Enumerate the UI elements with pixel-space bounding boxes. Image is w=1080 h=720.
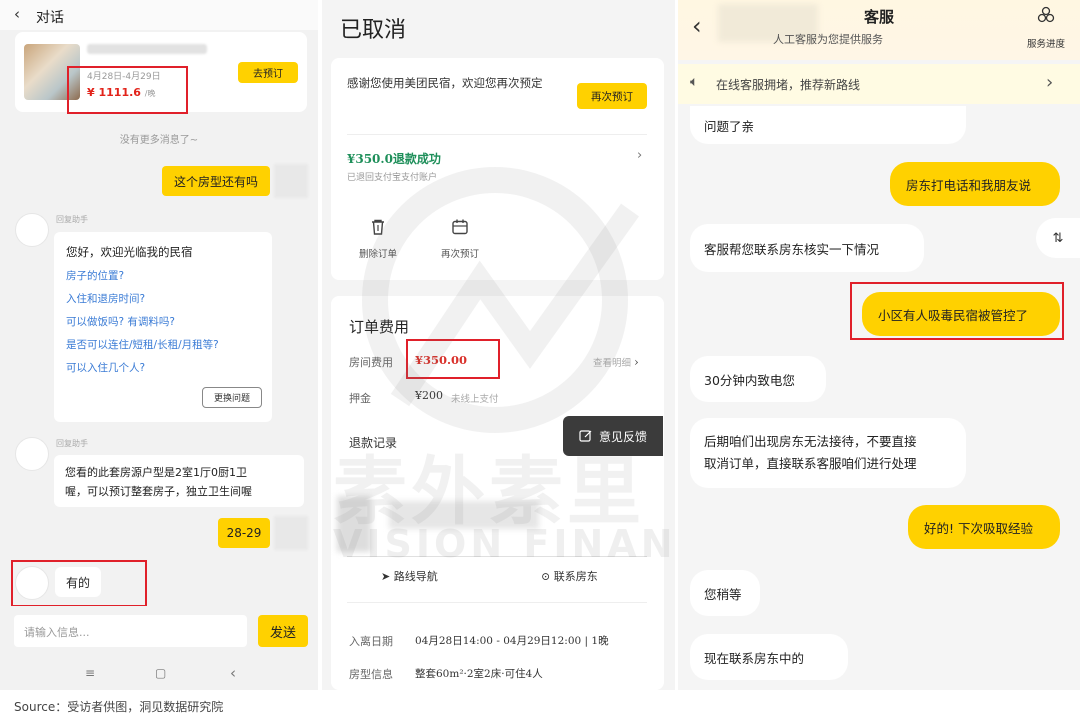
service-subtitle: 人工客服为您提供服务 [773, 33, 883, 46]
menu-icon[interactable]: ≡ [85, 666, 95, 680]
room-type-line2: 喔，可以预订整套房子，独立卫生间喔 [65, 485, 252, 498]
room-name-redacted [87, 44, 207, 54]
room-type-line1: 您看的此套房源户型是2室1厅0厨1卫 [65, 466, 247, 479]
service-message: 问题了亲 [690, 106, 966, 144]
highlight-room-fee-box [406, 339, 500, 379]
greeting-bubble: 您好，欢迎光临我的民宿 房子的位置? 入住和退房时间? 可以做饭吗? 有调料吗?… [54, 232, 272, 422]
faq-location[interactable]: 房子的位置? [66, 268, 124, 283]
notice-text: 在线客服拥堵，推荐新路线 [716, 78, 861, 92]
chevron-right-icon[interactable]: › [637, 148, 642, 163]
service-chat-panel: ‹ 客服 人工客服为您提供服务 服务进度 🔈︎ 在线客服拥堵，推荐新路线 › 问… [678, 0, 1080, 690]
rebook-button-top[interactable]: 再次预订 [577, 83, 647, 109]
faq-capacity[interactable]: 可以入住几个人? [66, 360, 145, 375]
order-summary-card: 感谢您使用美团民宿，欢迎您再次预定 再次预订 ¥350.0退款成功 已退回支付宝… [331, 58, 664, 280]
service-progress-icon[interactable] [1026, 6, 1066, 28]
service-progress-label[interactable]: 服务进度 [1013, 36, 1079, 50]
room-type-bubble: 您看的此套房源户型是2室1厅0厨1卫 喔，可以预订整套房子，独立卫生间喔 [54, 455, 304, 507]
service-message: 现在联系房东中的 [690, 634, 848, 680]
thanks-text: 感谢您使用美团民宿，欢迎您再次预定 [347, 76, 543, 90]
refund-destination: 已退回支付宝支付账户 [347, 173, 438, 183]
book-button[interactable]: 去预订 [238, 62, 298, 83]
speaker-icon: 🔈︎ [690, 74, 699, 90]
highlight-price-box [67, 66, 188, 114]
user-message: 好的! 下次吸取经验 [908, 505, 1060, 549]
checkin-value: 04月28日14:00 - 04月29日12:00 | 1晚 [415, 635, 609, 647]
chat-icon: ⊙ [541, 570, 551, 583]
calendar-icon[interactable] [430, 218, 490, 241]
service-message: 客服帮您联系房东核实一下情况 [690, 224, 924, 272]
roomtype-key: 房型信息 [349, 668, 393, 681]
highlight-reply-box [11, 560, 147, 607]
source-caption: Source：受访者供图，洞见数据研究院 [14, 700, 224, 714]
helper-label: 回复助手 [56, 439, 88, 448]
service-message-line2: 取消订单，直接联系客服咱们进行处理 [704, 456, 917, 471]
helper-label: 回复助手 [56, 215, 88, 224]
helper-avatar [15, 437, 49, 471]
delete-order-label[interactable]: 删除订单 [348, 246, 408, 260]
faq-cooking[interactable]: 可以做饭吗? 有调料吗? [66, 314, 175, 329]
user-message-ask: 这个房型还有吗 [162, 166, 270, 196]
home-icon[interactable]: ▢ [155, 666, 166, 680]
service-message-multiline: 后期咱们出现房东无法接待，不要直接 取消订单，直接联系客服咱们进行处理 [690, 418, 966, 488]
chat-title: 对话 [36, 10, 64, 26]
room-fee-key: 房间费用 [349, 356, 393, 369]
service-title: 客服 [863, 8, 894, 26]
greeting-text: 您好，欢迎光临我的民宿 [66, 245, 193, 259]
user-message-dates: 28-29 [218, 518, 270, 548]
service-message: 30分钟内致电您 [690, 356, 826, 402]
deposit-note: 未线上支付 [451, 394, 499, 405]
refund-success[interactable]: ¥350.0退款成功 [347, 150, 441, 167]
trash-icon[interactable] [348, 218, 408, 241]
faq-checkin-time[interactable]: 入住和退房时间? [66, 291, 145, 306]
chat-header: ‹ 对话 [0, 0, 318, 30]
divider [347, 134, 647, 135]
service-header: ‹ 客服 人工客服为您提供服务 服务进度 [678, 0, 1080, 60]
message-input[interactable]: 请输入信息... [14, 615, 247, 647]
no-more-messages: 没有更多消息了~ [119, 135, 199, 146]
order-panel: 已取消 感谢您使用美团民宿，欢迎您再次预定 再次预订 ¥350.0退款成功 已退… [322, 0, 675, 690]
chevron-right-icon: › [1046, 72, 1054, 93]
helper-avatar [15, 213, 49, 247]
checkin-key: 入离日期 [349, 635, 393, 648]
change-questions-button[interactable]: 更换问题 [202, 387, 262, 408]
back-icon[interactable]: ‹ [14, 5, 20, 23]
host-chat-panel: ‹ 对话 4月28日-4月29日 ¥ 1111.6 /晚 去预订 没有更多消息了… [0, 0, 318, 690]
contact-host-button[interactable]: ⊙ 联系房东 [541, 568, 598, 584]
navigate-icon: ➤ [381, 570, 391, 583]
input-bar: 请输入信息... 发送 [0, 606, 318, 656]
service-message: 您稍等 [690, 570, 760, 616]
rebook-label[interactable]: 再次预订 [430, 246, 490, 260]
roomtype-value: 整套60m²·2室2床·可住4人 [415, 668, 543, 680]
order-status: 已取消 [340, 18, 407, 43]
divider [347, 602, 647, 603]
send-button[interactable]: 发送 [258, 615, 308, 647]
faq-rental-term[interactable]: 是否可以连住/短租/长租/月租等? [66, 337, 219, 352]
system-navbar: ≡ ▢ ‹ [0, 656, 318, 690]
user-avatar [274, 516, 308, 550]
back-nav-icon[interactable]: ‹ [230, 664, 236, 682]
notice-bar[interactable]: 🔈︎ 在线客服拥堵，推荐新路线 › [678, 64, 1080, 104]
route-nav-button[interactable]: ➤ 路线导航 [381, 568, 438, 584]
service-message-line1: 后期咱们出现房东无法接待，不要直接 [704, 434, 917, 449]
detail-link[interactable]: 查看明细 › [593, 355, 639, 369]
fee-title: 订单费用 [349, 318, 410, 336]
highlight-lockdown-box [850, 282, 1064, 340]
user-message: 房东打电话和我朋友说 [890, 162, 1060, 206]
chevron-right-icon: › [634, 355, 639, 369]
deposit-value: ¥200 [415, 389, 443, 402]
deposit-key: 押金 [349, 392, 371, 405]
sort-toggle-button[interactable]: ⇅ [1036, 218, 1080, 258]
user-avatar [274, 164, 308, 198]
